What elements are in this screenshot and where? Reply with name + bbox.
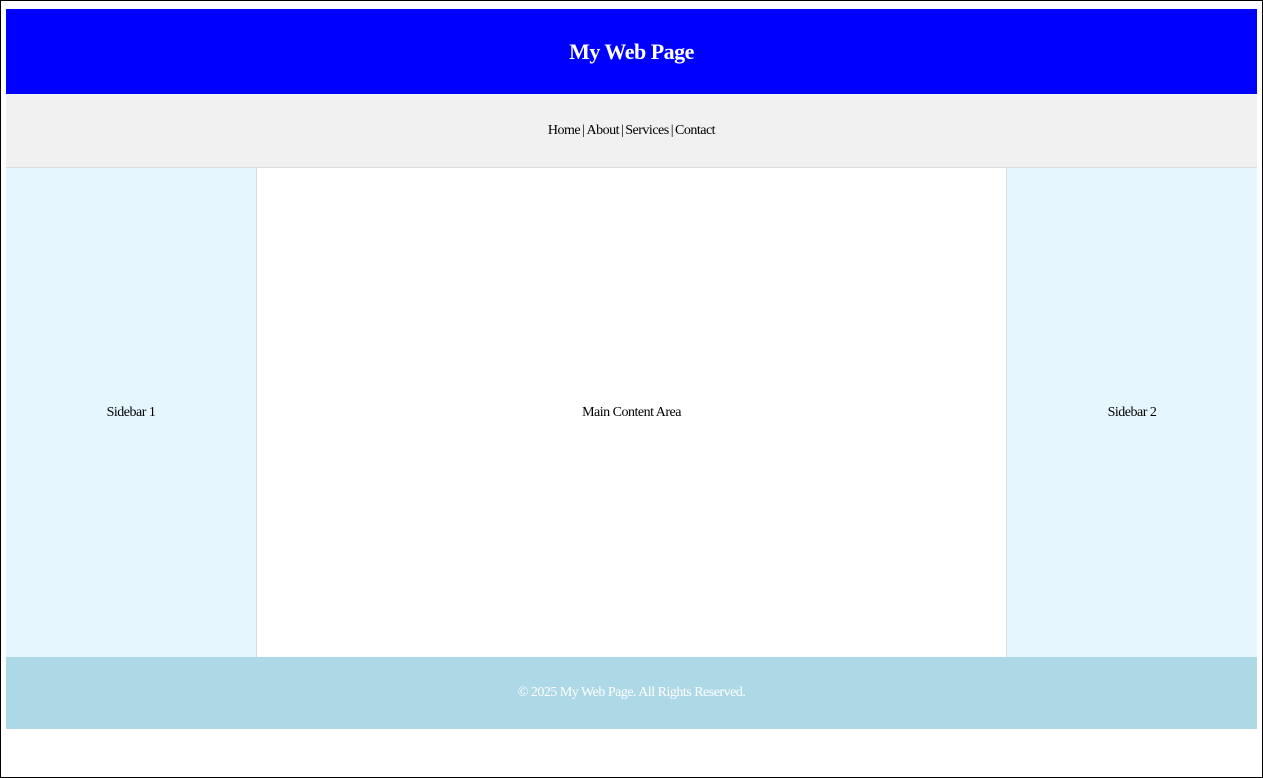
- main-content-label: Main Content Area: [582, 404, 681, 420]
- sidebar-left: Sidebar 1: [6, 168, 257, 657]
- sidebar-right-label: Sidebar 2: [1107, 404, 1157, 420]
- nav-separator: |: [582, 122, 585, 138]
- content-row: Sidebar 1 Main Content Area Sidebar 2: [6, 168, 1257, 657]
- footer-copyright: © 2025 My Web Page. All Rights Reserved.: [517, 685, 746, 700]
- sidebar-left-label: Sidebar 1: [106, 404, 156, 420]
- main-content: Main Content Area: [257, 168, 1006, 657]
- sidebar-right: Sidebar 2: [1006, 168, 1257, 657]
- nav-bar: Home | About | Services | Contact: [6, 94, 1257, 168]
- nav-link-services[interactable]: Services: [625, 123, 669, 139]
- site-footer: © 2025 My Web Page. All Rights Reserved.: [6, 657, 1257, 729]
- nav-link-home[interactable]: Home: [548, 123, 581, 139]
- page-layout: My Web Page Home | About | Services | Co…: [6, 9, 1257, 729]
- site-header: My Web Page: [6, 9, 1257, 94]
- page-title: My Web Page: [569, 38, 694, 64]
- browser-viewport: My Web Page Home | About | Services | Co…: [0, 0, 1263, 778]
- nav-separator: |: [620, 122, 624, 138]
- nav-separator: |: [670, 122, 674, 138]
- nav-link-about[interactable]: About: [586, 123, 619, 139]
- nav-link-contact[interactable]: Contact: [675, 123, 716, 139]
